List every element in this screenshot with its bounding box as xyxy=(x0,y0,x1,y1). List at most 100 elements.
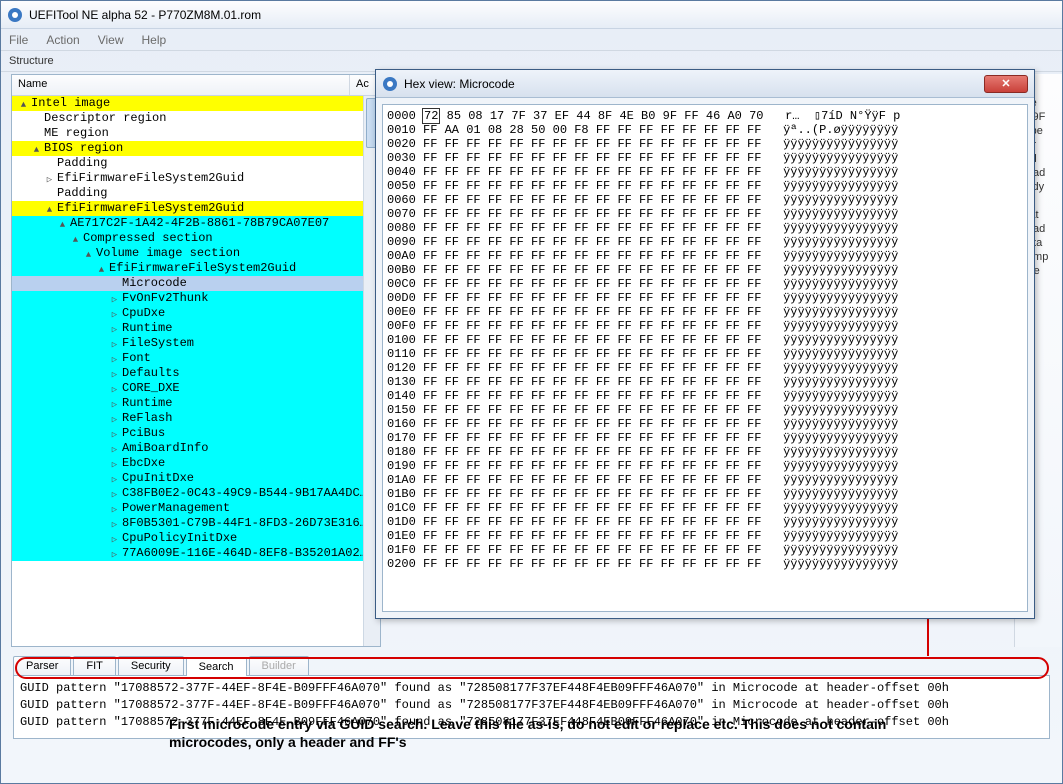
expander-icon[interactable]: ▲ xyxy=(70,233,81,244)
tree-row[interactable]: ▷EbcDxe xyxy=(12,456,380,471)
tree-row[interactable]: ▲AE717C2F-1A42-4F2B-8861-78B79CA07E07 xyxy=(12,216,380,231)
menu-view[interactable]: View xyxy=(98,33,124,47)
tree-row[interactable]: ▷PowerManagement xyxy=(12,501,380,516)
tree-row[interactable]: ▲Volume image section xyxy=(12,246,380,261)
expander-icon[interactable]: ▷ xyxy=(109,518,120,529)
hex-line[interactable]: 0010 FF AA 01 08 28 50 00 F8 FF FF FF FF… xyxy=(387,123,1023,137)
hex-line[interactable]: 0030 FF FF FF FF FF FF FF FF FF FF FF FF… xyxy=(387,151,1023,165)
hex-dialog[interactable]: Hex view: Microcode ✕ 0000 72 85 08 17 7… xyxy=(375,69,1035,619)
tree-body[interactable]: ▲Intel imageDescriptor regionME region▲B… xyxy=(12,96,380,646)
menu-action[interactable]: Action xyxy=(46,33,79,47)
tree-row[interactable]: ▲BIOS region xyxy=(12,141,380,156)
tree-row[interactable]: ▲EfiFirmwareFileSystem2Guid xyxy=(12,261,380,276)
expander-icon[interactable]: ▷ xyxy=(109,473,120,484)
expander-icon[interactable]: ▷ xyxy=(109,533,120,544)
tree-row[interactable]: ▷Font xyxy=(12,351,380,366)
hex-line[interactable]: 0070 FF FF FF FF FF FF FF FF FF FF FF FF… xyxy=(387,207,1023,221)
expander-icon[interactable]: ▷ xyxy=(109,503,120,514)
tree-row[interactable]: ▲EfiFirmwareFileSystem2Guid xyxy=(12,201,380,216)
col-name[interactable]: Name xyxy=(12,75,350,95)
titlebar[interactable]: UEFITool NE alpha 52 - P770ZM8M.01.rom xyxy=(1,1,1062,29)
tree-row[interactable]: ▷8F0B5301-C79B-44F1-8FD3-26D73E316… xyxy=(12,516,380,531)
expander-icon[interactable]: ▷ xyxy=(109,443,120,454)
hex-line[interactable]: 0110 FF FF FF FF FF FF FF FF FF FF FF FF… xyxy=(387,347,1023,361)
hex-titlebar[interactable]: Hex view: Microcode ✕ xyxy=(376,70,1034,98)
expander-icon[interactable]: ▷ xyxy=(109,383,120,394)
tree-row[interactable]: ▲Intel image xyxy=(12,96,380,111)
tree-row[interactable]: ▷CpuDxe xyxy=(12,306,380,321)
hex-line[interactable]: 0200 FF FF FF FF FF FF FF FF FF FF FF FF… xyxy=(387,557,1023,571)
hex-line[interactable]: 0120 FF FF FF FF FF FF FF FF FF FF FF FF… xyxy=(387,361,1023,375)
tree-row[interactable]: Padding xyxy=(12,156,380,171)
tree-row[interactable]: ▷ReFlash xyxy=(12,411,380,426)
hex-line[interactable]: 01D0 FF FF FF FF FF FF FF FF FF FF FF FF… xyxy=(387,515,1023,529)
tree-row[interactable]: ▷Defaults xyxy=(12,366,380,381)
hex-line[interactable]: 01A0 FF FF FF FF FF FF FF FF FF FF FF FF… xyxy=(387,473,1023,487)
hex-line[interactable]: 00A0 FF FF FF FF FF FF FF FF FF FF FF FF… xyxy=(387,249,1023,263)
expander-icon[interactable]: ▷ xyxy=(109,353,120,364)
tree-row[interactable]: ▷EfiFirmwareFileSystem2Guid xyxy=(12,171,380,186)
tree-row[interactable]: Padding xyxy=(12,186,380,201)
search-result-line[interactable]: GUID pattern "17088572-377F-44EF-8F4E-B0… xyxy=(20,697,1043,714)
hex-line[interactable]: 0000 72 85 08 17 7F 37 EF 44 8F 4E B0 9F… xyxy=(387,109,1023,123)
expander-icon[interactable]: ▲ xyxy=(18,98,29,109)
hex-line[interactable]: 0170 FF FF FF FF FF FF FF FF FF FF FF FF… xyxy=(387,431,1023,445)
hex-line[interactable]: 0080 FF FF FF FF FF FF FF FF FF FF FF FF… xyxy=(387,221,1023,235)
expander-icon[interactable]: ▲ xyxy=(57,218,68,229)
hex-line[interactable]: 0190 FF FF FF FF FF FF FF FF FF FF FF FF… xyxy=(387,459,1023,473)
menu-help[interactable]: Help xyxy=(142,33,167,47)
tree-row[interactable]: ▷AmiBoardInfo xyxy=(12,441,380,456)
hex-line[interactable]: 01F0 FF FF FF FF FF FF FF FF FF FF FF FF… xyxy=(387,543,1023,557)
expander-icon[interactable]: ▷ xyxy=(109,368,120,379)
tree-row[interactable]: ▷CORE_DXE xyxy=(12,381,380,396)
hex-line[interactable]: 00D0 FF FF FF FF FF FF FF FF FF FF FF FF… xyxy=(387,291,1023,305)
hex-line[interactable]: 0150 FF FF FF FF FF FF FF FF FF FF FF FF… xyxy=(387,403,1023,417)
hex-line[interactable]: 0060 FF FF FF FF FF FF FF FF FF FF FF FF… xyxy=(387,193,1023,207)
tree-row[interactable]: ▷FvOnFv2Thunk xyxy=(12,291,380,306)
expander-icon[interactable]: ▷ xyxy=(44,173,55,184)
hex-line[interactable]: 0180 FF FF FF FF FF FF FF FF FF FF FF FF… xyxy=(387,445,1023,459)
hex-line[interactable]: 0160 FF FF FF FF FF FF FF FF FF FF FF FF… xyxy=(387,417,1023,431)
expander-icon[interactable]: ▷ xyxy=(109,323,120,334)
tree-row[interactable]: Descriptor region xyxy=(12,111,380,126)
menu-file[interactable]: File xyxy=(9,33,28,47)
expander-icon[interactable]: ▷ xyxy=(109,548,120,559)
tree-row[interactable]: ▷Runtime xyxy=(12,321,380,336)
hex-line[interactable]: 0050 FF FF FF FF FF FF FF FF FF FF FF FF… xyxy=(387,179,1023,193)
tree-row[interactable]: ▷CpuPolicyInitDxe xyxy=(12,531,380,546)
expander-icon[interactable]: ▲ xyxy=(44,203,55,214)
tree-row[interactable]: ▷CpuInitDxe xyxy=(12,471,380,486)
tree-row[interactable]: ME region xyxy=(12,126,380,141)
tree-row[interactable]: ▷C38FB0E2-0C43-49C9-B544-9B17AA4DC… xyxy=(12,486,380,501)
expander-icon[interactable]: ▷ xyxy=(109,413,120,424)
expander-icon[interactable]: ▲ xyxy=(31,143,42,154)
expander-icon[interactable]: ▷ xyxy=(109,338,120,349)
structure-tree[interactable]: Name Ac ▲Intel imageDescriptor regionME … xyxy=(11,74,381,647)
tree-row[interactable]: Microcode xyxy=(12,276,380,291)
hex-line[interactable]: 00B0 FF FF FF FF FF FF FF FF FF FF FF FF… xyxy=(387,263,1023,277)
expander-icon[interactable]: ▷ xyxy=(109,428,120,439)
tree-row[interactable]: ▷77A6009E-116E-464D-8EF8-B35201A02… xyxy=(12,546,380,561)
expander-icon[interactable]: ▲ xyxy=(96,263,107,274)
tree-row[interactable]: ▷PciBus xyxy=(12,426,380,441)
hex-line[interactable]: 0100 FF FF FF FF FF FF FF FF FF FF FF FF… xyxy=(387,333,1023,347)
tree-row[interactable]: ▷FileSystem xyxy=(12,336,380,351)
hex-line[interactable]: 0040 FF FF FF FF FF FF FF FF FF FF FF FF… xyxy=(387,165,1023,179)
close-button[interactable]: ✕ xyxy=(984,75,1028,93)
hex-line[interactable]: 00F0 FF FF FF FF FF FF FF FF FF FF FF FF… xyxy=(387,319,1023,333)
expander-icon[interactable]: ▷ xyxy=(109,488,120,499)
hex-line[interactable]: 01E0 FF FF FF FF FF FF FF FF FF FF FF FF… xyxy=(387,529,1023,543)
expander-icon[interactable]: ▷ xyxy=(109,398,120,409)
expander-icon[interactable]: ▷ xyxy=(109,458,120,469)
expander-icon[interactable]: ▷ xyxy=(109,293,120,304)
hex-line[interactable]: 0090 FF FF FF FF FF FF FF FF FF FF FF FF… xyxy=(387,235,1023,249)
hex-line[interactable]: 01C0 FF FF FF FF FF FF FF FF FF FF FF FF… xyxy=(387,501,1023,515)
tree-row[interactable]: ▲Compressed section xyxy=(12,231,380,246)
hex-line[interactable]: 0140 FF FF FF FF FF FF FF FF FF FF FF FF… xyxy=(387,389,1023,403)
hex-line[interactable]: 01B0 FF FF FF FF FF FF FF FF FF FF FF FF… xyxy=(387,487,1023,501)
hex-line[interactable]: 0130 FF FF FF FF FF FF FF FF FF FF FF FF… xyxy=(387,375,1023,389)
expander-icon[interactable]: ▲ xyxy=(83,248,94,259)
tree-row[interactable]: ▷Runtime xyxy=(12,396,380,411)
expander-icon[interactable]: ▷ xyxy=(109,308,120,319)
hex-line[interactable]: 0020 FF FF FF FF FF FF FF FF FF FF FF FF… xyxy=(387,137,1023,151)
